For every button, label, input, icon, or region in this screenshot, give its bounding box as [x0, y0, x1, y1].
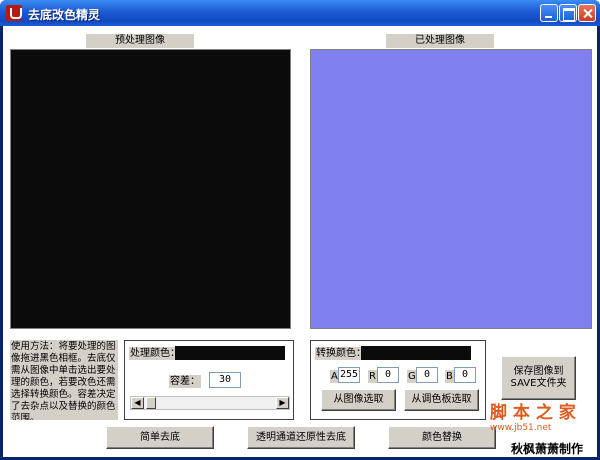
- processed-image-area: [310, 49, 592, 329]
- tolerance-input[interactable]: 30: [209, 372, 241, 388]
- channel-b-label: B: [445, 370, 454, 383]
- channel-g-input[interactable]: 0: [416, 367, 438, 383]
- watermark-title: 脚 本 之 家: [490, 403, 576, 423]
- process-color-label: 处理颜色：: [129, 347, 181, 360]
- channel-a-input[interactable]: 255: [338, 367, 360, 383]
- app-window: 去底改色精灵 预处理图像 已处理图像 使用方法：将要处理的图像拖进黑色相框。去底…: [0, 0, 600, 460]
- save-image-button[interactable]: 保存图像到SAVE文件夹: [501, 356, 576, 400]
- pick-from-palette-button[interactable]: 从调色板选取: [404, 389, 479, 411]
- convert-color-group: 转换颜色： A 255 R 0 G 0 B 0 从图像选取 从调色板选取: [310, 340, 486, 420]
- processed-label: 已处理图像: [386, 34, 494, 48]
- watermark-logo: 脚 本 之 家 www.jb51.net: [490, 398, 590, 433]
- window-title: 去底改色精灵: [28, 8, 101, 22]
- tolerance-slider[interactable]: ◀ ▶: [130, 396, 290, 410]
- slider-right-arrow-icon[interactable]: ▶: [276, 397, 289, 409]
- client-area: 预处理图像 已处理图像 使用方法：将要处理的图像拖进黑色相框。去底仅需从图像中单…: [3, 26, 597, 457]
- channel-b-input[interactable]: 0: [454, 367, 476, 383]
- convert-color-label: 转换颜色：: [315, 347, 367, 360]
- author-credit: 秋枫萧萧制作: [511, 442, 584, 456]
- preview-image-area[interactable]: [10, 49, 291, 329]
- tolerance-label: 容差：: [169, 375, 201, 388]
- transparent-restore-button[interactable]: 透明通道还原性去底: [247, 426, 355, 449]
- app-icon: [6, 5, 22, 21]
- pick-from-image-button[interactable]: 从图像选取: [321, 389, 396, 411]
- channel-r-label: R: [368, 370, 377, 383]
- preview-label: 预处理图像: [86, 34, 194, 48]
- simple-remove-button[interactable]: 简单去底: [106, 426, 214, 449]
- minimize-button[interactable]: [540, 4, 558, 22]
- process-color-group: 处理颜色： 容差： 30 ◀ ▶: [124, 340, 294, 420]
- channel-r-input[interactable]: 0: [377, 367, 399, 383]
- maximize-button[interactable]: [559, 4, 577, 22]
- convert-color-swatch[interactable]: [361, 346, 471, 360]
- process-color-swatch[interactable]: [175, 346, 285, 360]
- title-bar[interactable]: 去底改色精灵: [0, 0, 600, 26]
- slider-thumb[interactable]: [146, 397, 156, 409]
- watermark-url: www.jb51.net: [490, 423, 552, 433]
- close-button[interactable]: [578, 4, 596, 22]
- slider-left-arrow-icon[interactable]: ◀: [131, 397, 144, 409]
- color-replace-button[interactable]: 颜色替换: [388, 426, 496, 449]
- usage-instructions: 使用方法：将要处理的图像拖进黑色相框。去底仅需从图像中单击选出要处理的颜色，若要…: [10, 340, 118, 420]
